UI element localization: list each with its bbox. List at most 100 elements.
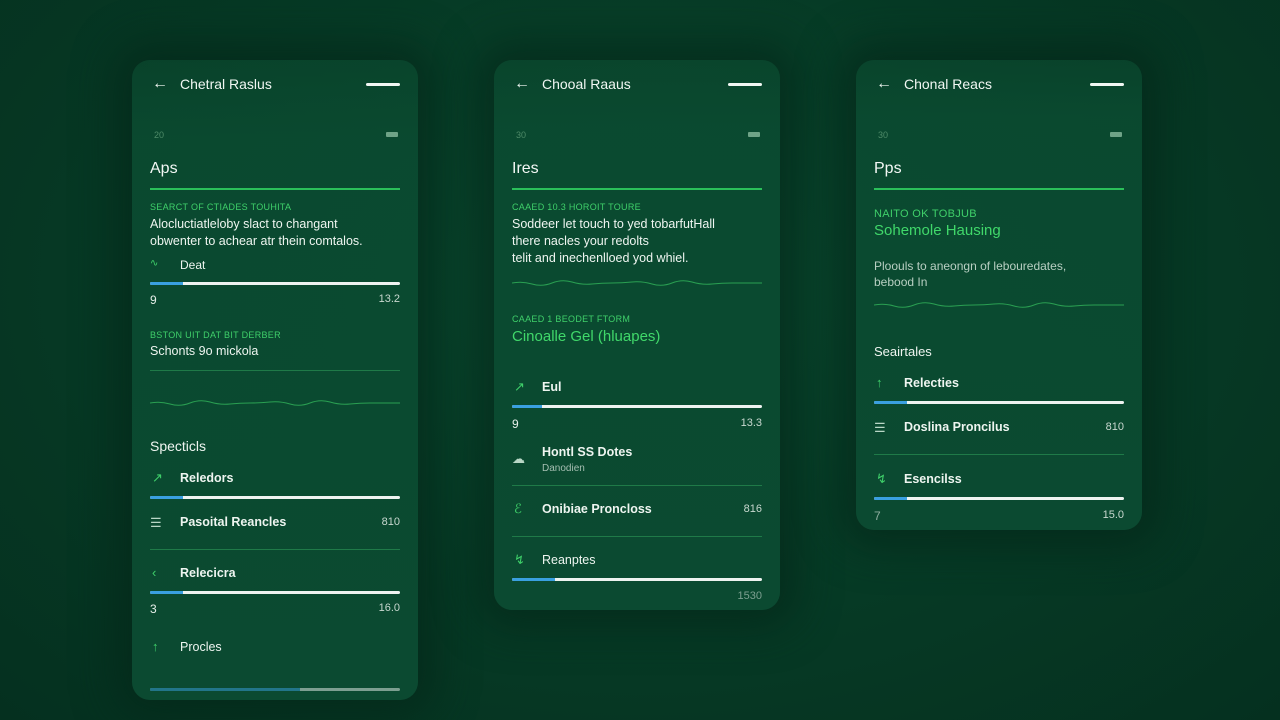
stack-icon: ☰ bbox=[874, 420, 886, 435]
item-min: 7 bbox=[874, 509, 881, 523]
bolt-icon: ↯ bbox=[514, 552, 525, 567]
list-item-label[interactable]: Hontl SS Dotes bbox=[542, 445, 632, 459]
description-line-1: Ploouls to aneongn of lebouredates, bbox=[874, 259, 1067, 273]
section-caption-2: CAAED 1 BEODET FTORM bbox=[512, 314, 631, 324]
battery-icon bbox=[748, 132, 760, 137]
slider-max: 13.2 bbox=[378, 293, 400, 305]
divider bbox=[874, 454, 1124, 455]
section-caption: NAITO OK TOBJUB bbox=[874, 208, 977, 220]
divider bbox=[150, 549, 400, 550]
list-item-value: 810 bbox=[1105, 421, 1124, 433]
slider-max: 13.3 bbox=[740, 417, 762, 429]
description-line-1: Soddeer let touch to yed tobarfutHall bbox=[512, 217, 715, 231]
battery-icon bbox=[1110, 132, 1122, 137]
divider bbox=[512, 536, 762, 537]
status-time: 20 bbox=[154, 130, 165, 140]
item-max: 15.0 bbox=[1102, 509, 1124, 521]
highlight-line: Cinoalle Gel (hluapes) bbox=[512, 328, 661, 345]
page-heading: Aps bbox=[150, 160, 178, 177]
section-title: Seairtales bbox=[874, 344, 932, 359]
status-bar: 30 bbox=[878, 130, 1122, 140]
progress-fill bbox=[150, 282, 183, 285]
back-arrow-icon[interactable]: ← bbox=[152, 75, 180, 93]
list-item-label[interactable]: Procles bbox=[180, 640, 222, 654]
section-caption: CAAED 10.3 HOROIT TOURE bbox=[512, 202, 641, 212]
arrow-up-icon: ↑ bbox=[876, 375, 883, 390]
divider bbox=[512, 485, 762, 486]
heading-divider bbox=[874, 188, 1124, 190]
menu-icon[interactable] bbox=[366, 82, 400, 86]
bolt-icon: ↯ bbox=[876, 471, 887, 486]
list-item-label[interactable]: Reledors bbox=[180, 471, 234, 485]
item-progress[interactable] bbox=[150, 496, 400, 499]
list-item-value: 816 bbox=[743, 503, 762, 515]
back-arrow-icon[interactable]: ← bbox=[876, 75, 904, 93]
item-max: 1530 bbox=[737, 590, 762, 602]
item-progress-fill bbox=[874, 401, 907, 404]
item-progress[interactable] bbox=[874, 401, 1124, 404]
phone-screen-1: ← Chetral Raslus 20 Aps SEARCT OF CTIADE… bbox=[132, 60, 418, 700]
status-time: 30 bbox=[516, 130, 527, 140]
status-bar: 20 bbox=[154, 130, 398, 140]
battery-icon bbox=[386, 132, 398, 137]
status-time: 30 bbox=[878, 130, 889, 140]
section-caption-2: BSTON UIT DAT BIT DERBER bbox=[150, 330, 281, 340]
waveform-line bbox=[874, 302, 1124, 308]
faded-progress bbox=[150, 688, 400, 691]
trend-icon: ∿ bbox=[150, 258, 159, 269]
arrow-up-right-icon: ↗ bbox=[514, 379, 525, 394]
item-progress[interactable] bbox=[874, 497, 1124, 500]
item-progress[interactable] bbox=[150, 591, 400, 594]
highlight-line: Schonts 9o mickola bbox=[150, 344, 259, 358]
faded-progress-fill bbox=[150, 688, 300, 691]
list-item-label[interactable]: Pasoital Reancles bbox=[180, 515, 286, 529]
description-line-2: bebood In bbox=[874, 275, 928, 289]
item-progress[interactable] bbox=[512, 578, 762, 581]
top-bar: ← Chetral Raslus bbox=[152, 74, 400, 94]
divider bbox=[150, 370, 400, 371]
item-max: 16.0 bbox=[378, 602, 400, 614]
phone-screen-2: ← Chooal Raaus 30 Ires CAAED 10.3 HOROIT… bbox=[494, 60, 780, 610]
list-item-sub: Danodien bbox=[542, 463, 585, 474]
top-bar: ← Chooal Raaus bbox=[514, 74, 762, 94]
phone-screen-3: ← Chonal Reacs 30 Pps NAITO OK TOBJUB So… bbox=[856, 60, 1142, 530]
back-arrow-icon[interactable]: ← bbox=[514, 75, 542, 93]
progress-fill bbox=[512, 405, 542, 408]
item-progress-fill bbox=[150, 496, 183, 499]
menu-icon[interactable] bbox=[728, 82, 762, 86]
description-line-2: obwenter to achear atr thein comtalos. bbox=[150, 234, 363, 248]
waveform-line bbox=[150, 400, 400, 406]
slider-label: Deat bbox=[180, 258, 206, 272]
heading-divider bbox=[150, 188, 400, 190]
item-progress-fill bbox=[512, 578, 555, 581]
screen-title: Chetral Raslus bbox=[180, 76, 272, 92]
top-bar: ← Chonal Reacs bbox=[876, 74, 1124, 94]
leaf-icon: ℰ bbox=[514, 501, 522, 516]
highlight-line: Sohemole Hausing bbox=[874, 222, 1001, 239]
waveform-line bbox=[512, 280, 762, 286]
chevron-left-icon: ‹ bbox=[152, 565, 157, 580]
screen-title: Chonal Reacs bbox=[904, 76, 992, 92]
section-caption: SEARCT OF CTIADES TOUHITA bbox=[150, 202, 292, 212]
list-item-label[interactable]: Relecicra bbox=[180, 566, 236, 580]
arrow-up-right-icon: ↗ bbox=[152, 470, 163, 485]
arrow-up-icon: ↑ bbox=[152, 639, 159, 654]
item-progress-fill bbox=[874, 497, 907, 500]
progress-slider[interactable] bbox=[512, 405, 762, 408]
list-item-label[interactable]: Relecties bbox=[904, 376, 959, 390]
slider-min: 9 bbox=[512, 417, 519, 431]
cloud-icon: ☁ bbox=[512, 451, 525, 466]
description-line-2: there nacles your redolts bbox=[512, 234, 649, 248]
list-item-label[interactable]: Esencilss bbox=[904, 472, 962, 486]
slider-min: 9 bbox=[150, 293, 157, 307]
list-item-label[interactable]: Reanptes bbox=[542, 553, 596, 567]
list-item-value: 810 bbox=[381, 516, 400, 528]
stack-icon: ☰ bbox=[150, 515, 162, 530]
list-item-label[interactable]: Onibiae Proncloss bbox=[542, 502, 652, 516]
list-item-label[interactable]: Doslina Proncilus bbox=[904, 420, 1010, 434]
page-heading: Pps bbox=[874, 160, 902, 177]
menu-icon[interactable] bbox=[1090, 82, 1124, 86]
progress-slider[interactable] bbox=[150, 282, 400, 285]
slider-label: Eul bbox=[542, 380, 562, 394]
section-title: Specticls bbox=[150, 438, 207, 454]
